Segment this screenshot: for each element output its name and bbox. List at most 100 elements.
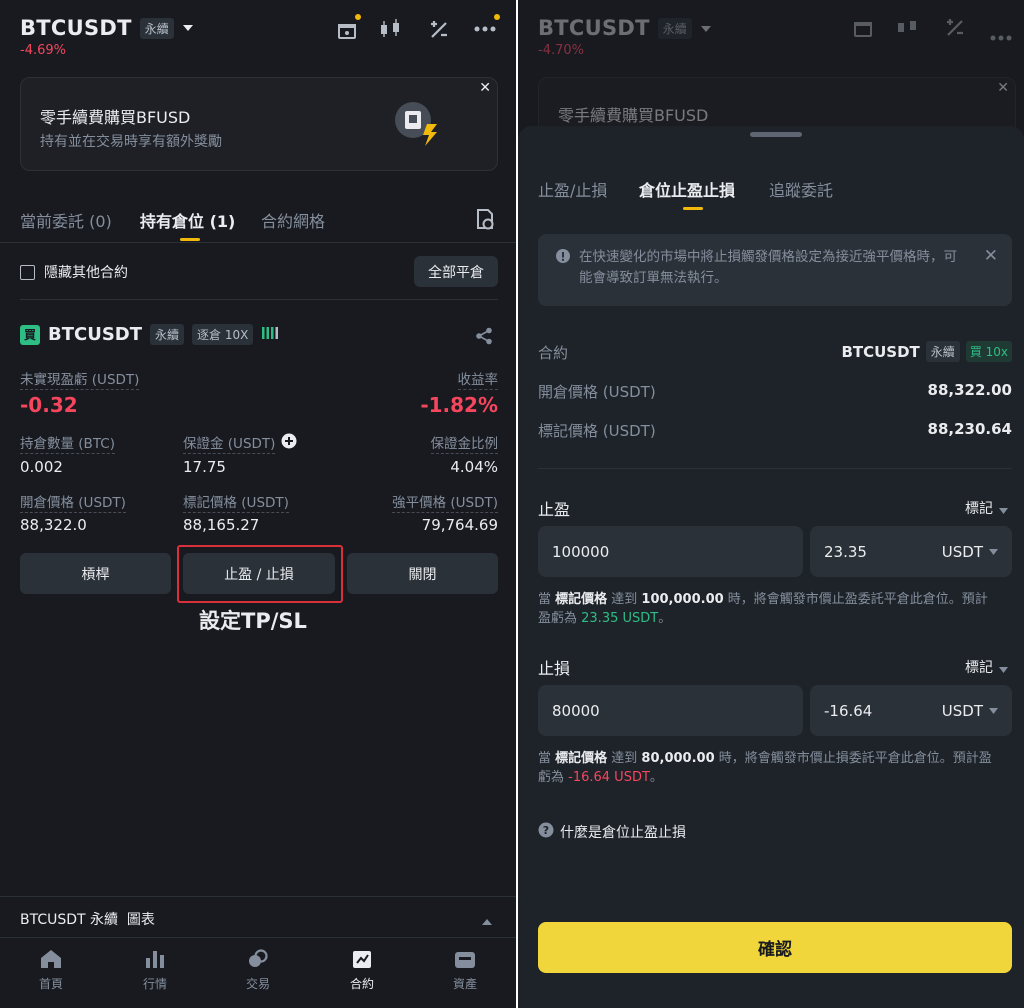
tp-mode-label: 標記 bbox=[965, 501, 993, 517]
sl-mode-select[interactable]: 標記 bbox=[965, 657, 1008, 677]
sl-amount-value: -16.64 bbox=[824, 701, 873, 720]
margin-label[interactable]: 保證金 (USDT) bbox=[183, 432, 276, 454]
close-position-button[interactable]: 關閉 bbox=[347, 553, 498, 594]
left-screen: BTCUSDT 永續 -4.69% 零手續費購買BFUSD 持有並在交易時享有額… bbox=[0, 0, 516, 1008]
sheet-divider bbox=[538, 468, 1012, 469]
nav-futures[interactable]: 合約 bbox=[332, 949, 392, 992]
tab-tpsl[interactable]: 止盈/止損 bbox=[538, 177, 607, 201]
tp-mode-caret-icon bbox=[999, 499, 1008, 518]
sheet-tab-indicator bbox=[683, 207, 703, 210]
sl-note-b: 標記價格 bbox=[555, 751, 608, 766]
entry-price-label[interactable]: 開倉價格 (USDT) bbox=[20, 491, 126, 513]
bg-symbol-header: BTCUSDT 永續 bbox=[538, 16, 712, 40]
sl-label: 止損 bbox=[538, 659, 571, 678]
tab-grid[interactable]: 合約網格 bbox=[261, 208, 325, 232]
margin-ratio-label[interactable]: 保證金比例 bbox=[430, 432, 498, 454]
tabs-divider bbox=[0, 242, 516, 243]
nav-assets-label: 資產 bbox=[452, 977, 477, 991]
tp-note-d: 100,000.00 bbox=[641, 592, 724, 607]
nav-assets[interactable]: 資產 bbox=[435, 949, 495, 992]
symbol-header[interactable]: BTCUSDT 永續 bbox=[20, 16, 194, 40]
tab-positions[interactable]: 持有倉位 (1) bbox=[140, 208, 235, 232]
sl-note-c: 達到 bbox=[607, 751, 642, 766]
leverage-button[interactable]: 槓桿 bbox=[20, 553, 171, 594]
annotation-text: 設定TP/SL bbox=[199, 609, 307, 633]
roe-value: -1.82% bbox=[420, 393, 498, 417]
tp-unit-caret-icon bbox=[989, 548, 998, 555]
tp-note-a: 當 bbox=[538, 592, 556, 607]
tp-mode-select[interactable]: 標記 bbox=[965, 498, 1008, 518]
more-icon[interactable] bbox=[472, 14, 500, 42]
confirm-button[interactable]: 確認 bbox=[538, 922, 1012, 973]
hide-other-checkbox[interactable]: 隱藏其他合約 bbox=[20, 262, 128, 282]
help-label: 什麼是倉位止盈止損 bbox=[560, 825, 686, 841]
buy-badge: 買 bbox=[20, 324, 40, 345]
sheet-mark-label: 標記價格 (USDT) bbox=[538, 422, 656, 440]
help-link[interactable]: ? 什麼是倉位止盈止損 bbox=[538, 822, 686, 842]
tab-position-tpsl[interactable]: 倉位止盈止損 bbox=[639, 177, 735, 201]
contract-type-tag: 永續 bbox=[925, 341, 960, 362]
liq-price-value: 79,764.69 bbox=[421, 516, 498, 534]
sl-unit-label: USDT bbox=[941, 701, 983, 720]
footer-divider bbox=[0, 896, 516, 897]
pnl-label[interactable]: 未實現盈虧 (USDT) bbox=[20, 368, 140, 390]
tab-trailing[interactable]: 追蹤委託 bbox=[769, 177, 833, 201]
roe-label[interactable]: 收益率 bbox=[457, 368, 498, 390]
tp-note: 當 標記價格 達到 100,000.00 時，將會觸發市價止盈委託平倉此倉位。預… bbox=[538, 590, 998, 628]
tp-note-c: 達到 bbox=[607, 592, 642, 607]
nav-home[interactable]: 首頁 bbox=[21, 949, 81, 992]
right-screen: BTCUSDT 永續 -4.70% 零手續費購買BFUSD ✕ 止盈/止損 倉位… bbox=[518, 0, 1024, 1008]
bg-symbol-title: BTCUSDT bbox=[538, 16, 650, 40]
drag-handle[interactable] bbox=[750, 132, 802, 137]
hide-other-label: 隱藏其他合約 bbox=[44, 265, 128, 281]
symbol-title: BTCUSDT bbox=[20, 16, 132, 40]
sl-price-input[interactable]: 80000 bbox=[538, 685, 803, 736]
bg-gift-icon bbox=[852, 16, 874, 42]
sl-unit-select[interactable]: USDT bbox=[942, 702, 998, 720]
share-icon[interactable] bbox=[474, 326, 494, 346]
sl-amount-input[interactable]: -16.64 USDT bbox=[810, 685, 1012, 736]
chevron-up-icon[interactable] bbox=[481, 911, 493, 930]
close-all-button[interactable]: 全部平倉 bbox=[414, 256, 498, 287]
futures-icon bbox=[351, 949, 373, 969]
tp-label: 止盈 bbox=[538, 500, 571, 519]
svg-text:?: ? bbox=[543, 824, 549, 837]
warning-close-icon[interactable]: ✕ bbox=[984, 246, 998, 266]
checkbox-box[interactable] bbox=[20, 264, 35, 280]
promo-banner[interactable]: 零手續費購買BFUSD 持有並在交易時享有額外獎勵 ✕ bbox=[20, 77, 498, 171]
nav-trade-label: 交易 bbox=[245, 977, 270, 991]
history-document-icon[interactable] bbox=[474, 208, 496, 230]
gift-icon[interactable] bbox=[334, 14, 361, 42]
tp-unit-select[interactable]: USDT bbox=[942, 543, 998, 561]
sl-note-g: 。 bbox=[649, 770, 663, 785]
banner-close-icon[interactable]: ✕ bbox=[479, 80, 491, 96]
nav-futures-label: 合約 bbox=[349, 977, 374, 991]
calculator-icon[interactable] bbox=[426, 16, 452, 42]
nav-trade[interactable]: 交易 bbox=[228, 949, 288, 992]
sheet-entry-label: 開倉價格 (USDT) bbox=[538, 383, 656, 401]
tp-price-input[interactable]: 100000 bbox=[538, 526, 803, 577]
tp-amount-input[interactable]: 23.35 USDT bbox=[810, 526, 1012, 577]
sl-unit-caret-icon bbox=[989, 707, 998, 714]
banner-subtitle: 持有並在交易時享有額外獎勵 bbox=[40, 134, 222, 150]
price-change: -4.69% bbox=[20, 43, 66, 58]
tab-open-orders[interactable]: 當前委託 (0) bbox=[20, 208, 112, 232]
bg-candlestick-icon bbox=[896, 16, 920, 42]
chart-toggle-label[interactable]: BTCUSDT 永續 圖表 bbox=[20, 909, 155, 929]
pnl-value: -0.32 bbox=[20, 393, 78, 417]
nav-markets-label: 行情 bbox=[142, 977, 167, 991]
nav-markets[interactable]: 行情 bbox=[125, 949, 185, 992]
question-icon: ? bbox=[538, 822, 554, 842]
mark-price-label[interactable]: 標記價格 (USDT) bbox=[183, 491, 289, 513]
caret-down-icon[interactable] bbox=[182, 23, 194, 33]
add-margin-icon[interactable] bbox=[281, 433, 297, 453]
liq-price-label[interactable]: 強平價格 (USDT) bbox=[392, 491, 498, 513]
margin-value: 17.75 bbox=[183, 458, 226, 476]
sheet-mark-value: 88,230.64 bbox=[927, 420, 1012, 438]
candlestick-icon[interactable] bbox=[378, 16, 404, 42]
size-label[interactable]: 持倉數量 (BTC) bbox=[20, 432, 115, 454]
contract-side-tag: 買 10x bbox=[965, 341, 1012, 362]
size-value: 0.002 bbox=[20, 458, 63, 476]
tpsl-button[interactable]: 止盈 / 止損 bbox=[183, 553, 335, 594]
trade-icon bbox=[247, 949, 269, 969]
